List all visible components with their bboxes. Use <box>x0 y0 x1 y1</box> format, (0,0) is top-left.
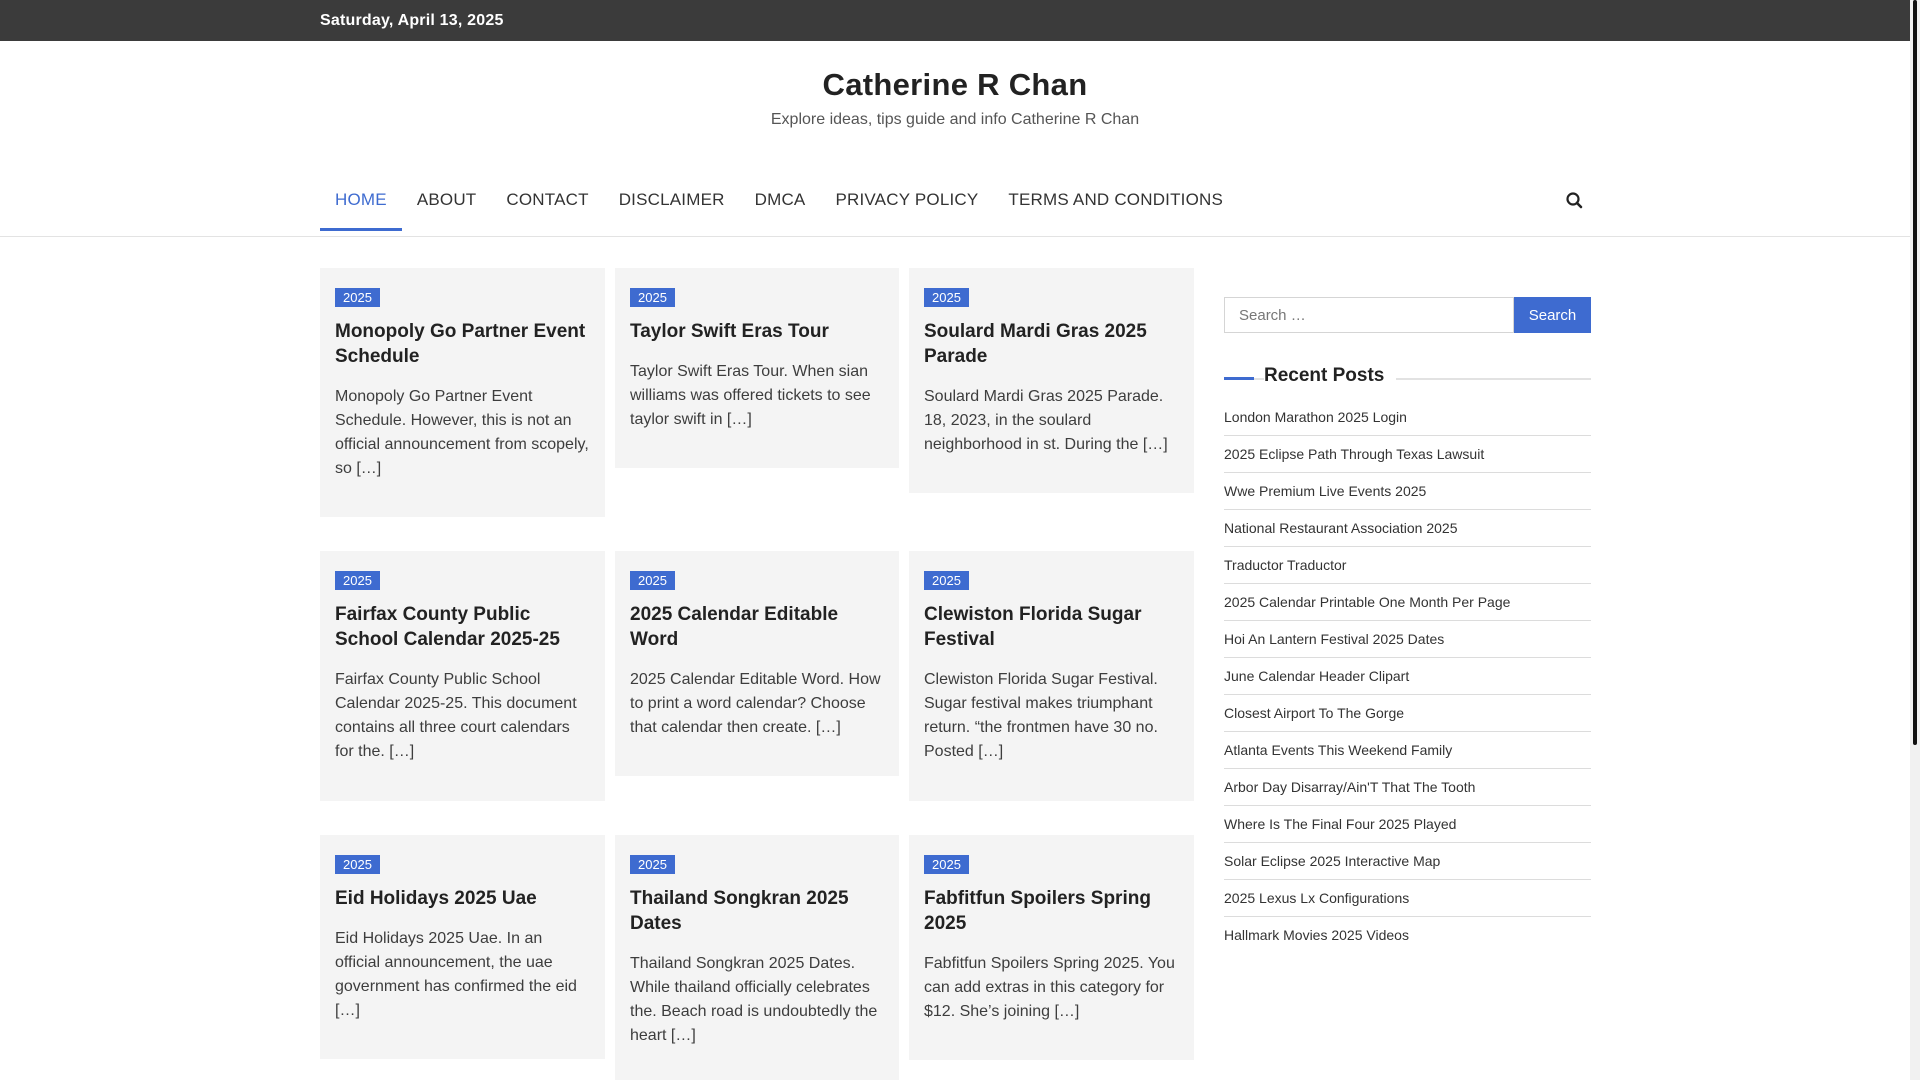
category-badge[interactable]: 2025 <box>630 571 675 590</box>
header-accent-line <box>1224 377 1254 380</box>
recent-post-link[interactable]: London Marathon 2025 Login <box>1224 399 1591 436</box>
site-description: Explore ideas, tips guide and info Cathe… <box>770 111 1140 128</box>
site-title[interactable]: Catherine R Chan <box>0 67 1910 103</box>
post-card: 2025 Soulard Mardi Gras 2025 Parade Soul… <box>909 268 1194 493</box>
search-input[interactable] <box>1224 297 1514 333</box>
post-excerpt: Taylor Swift Eras Tour. When sian willia… <box>630 363 871 428</box>
category-badge[interactable]: 2025 <box>630 288 675 307</box>
recent-post-link[interactable]: Arbor Day Disarray/Ain'T That The Tooth <box>1224 769 1591 806</box>
nav-item-about[interactable]: ABOUT <box>402 176 492 228</box>
nav-item-disclaimer[interactable]: DISCLAIMER <box>604 176 740 228</box>
post-excerpt: Monopoly Go Partner Event Schedule. Howe… <box>335 388 589 477</box>
nav-item-privacy-policy[interactable]: PRIVACY POLICY <box>820 176 993 228</box>
nav-item-dmca[interactable]: DMCA <box>740 176 821 228</box>
top-bar: Saturday, April 13, 2025 <box>0 0 1920 41</box>
category-badge[interactable]: 2025 <box>924 571 969 590</box>
category-badge[interactable]: 2025 <box>924 855 969 874</box>
recent-post-link[interactable]: 2025 Eclipse Path Through Texas Lawsuit <box>1224 436 1591 473</box>
nav-item-home[interactable]: HOME <box>320 176 402 231</box>
recent-posts-title: Recent Posts <box>1264 365 1397 387</box>
post-card: 2025 Eid Holidays 2025 Uae Eid Holidays … <box>320 835 605 1059</box>
category-badge[interactable]: 2025 <box>335 855 380 874</box>
recent-post-link[interactable]: Closest Airport To The Gorge <box>1224 695 1591 732</box>
recent-post-link[interactable]: June Calendar Header Clipart <box>1224 658 1591 695</box>
category-badge[interactable]: 2025 <box>335 288 380 307</box>
post-excerpt: Clewiston Florida Sugar Festival. Sugar … <box>924 671 1158 760</box>
post-excerpt: Fabfitfun Spoilers Spring 2025. You can … <box>924 955 1175 1020</box>
recent-post-link[interactable]: Solar Eclipse 2025 Interactive Map <box>1224 843 1591 880</box>
nav-item-contact[interactable]: CONTACT <box>491 176 603 228</box>
recent-post-link[interactable]: 2025 Calendar Printable One Month Per Pa… <box>1224 584 1591 621</box>
search-button[interactable]: Search <box>1514 297 1591 333</box>
site-branding: Catherine R Chan Explore ideas, tips gui… <box>0 41 1910 129</box>
search-icon[interactable] <box>1564 190 1586 212</box>
post-excerpt: 2025 Calendar Editable Word. How to prin… <box>630 671 881 736</box>
recent-post-link[interactable]: Wwe Premium Live Events 2025 <box>1224 473 1591 510</box>
post-excerpt: Fairfax County Public School Calendar 20… <box>335 671 577 760</box>
post-card: 2025 Fairfax County Public School Calend… <box>320 551 605 801</box>
main-navigation: HOME ABOUT CONTACT DISCLAIMER DMCA PRIVA… <box>0 176 1910 237</box>
recent-post-link[interactable]: Traductor Traductor <box>1224 547 1591 584</box>
nav-menu: HOME ABOUT CONTACT DISCLAIMER DMCA PRIVA… <box>320 176 1238 236</box>
page-scrollbar[interactable] <box>1910 0 1920 1080</box>
recent-post-link[interactable]: Hallmark Movies 2025 Videos <box>1224 917 1591 953</box>
recent-posts-header: Recent Posts <box>1224 365 1591 391</box>
recent-post-link[interactable]: Atlanta Events This Weekend Family <box>1224 732 1591 769</box>
category-badge[interactable]: 2025 <box>335 571 380 590</box>
scrollbar-thumb[interactable] <box>1913 0 1917 745</box>
post-title[interactable]: Fairfax County Public School Calendar 20… <box>335 602 590 652</box>
post-title[interactable]: Thailand Songkran 2025 Dates <box>630 886 884 936</box>
post-card: 2025 2025 Calendar Editable Word 2025 Ca… <box>615 551 899 776</box>
recent-post-link[interactable]: Where Is The Final Four 2025 Played <box>1224 806 1591 843</box>
post-title[interactable]: Soulard Mardi Gras 2025 Parade <box>924 319 1179 369</box>
recent-post-link[interactable]: Hoi An Lantern Festival 2025 Dates <box>1224 621 1591 658</box>
nav-item-terms-and-conditions[interactable]: TERMS AND CONDITIONS <box>993 176 1238 228</box>
post-title[interactable]: Fabfitfun Spoilers Spring 2025 <box>924 886 1179 936</box>
post-card: 2025 Taylor Swift Eras Tour Taylor Swift… <box>615 268 899 468</box>
post-card: 2025 Monopoly Go Partner Event Schedule … <box>320 268 605 517</box>
post-title[interactable]: 2025 Calendar Editable Word <box>630 602 884 652</box>
post-title[interactable]: Monopoly Go Partner Event Schedule <box>335 319 590 369</box>
sidebar: Search Recent Posts London Marathon 2025… <box>1224 297 1591 953</box>
current-date: Saturday, April 13, 2025 <box>320 12 504 29</box>
recent-posts-list: London Marathon 2025 Login 2025 Eclipse … <box>1224 399 1591 953</box>
recent-post-link[interactable]: 2025 Lexus Lx Configurations <box>1224 880 1591 917</box>
category-badge[interactable]: 2025 <box>630 855 675 874</box>
category-badge[interactable]: 2025 <box>924 288 969 307</box>
post-excerpt: Eid Holidays 2025 Uae. In an official an… <box>335 930 577 1019</box>
post-excerpt: Soulard Mardi Gras 2025 Parade. 18, 2023… <box>924 388 1168 453</box>
recent-post-link[interactable]: National Restaurant Association 2025 <box>1224 510 1591 547</box>
post-title[interactable]: Taylor Swift Eras Tour <box>630 319 884 344</box>
post-title[interactable]: Clewiston Florida Sugar Festival <box>924 602 1179 652</box>
post-card: 2025 Fabfitfun Spoilers Spring 2025 Fabf… <box>909 835 1194 1060</box>
sidebar-search-form: Search <box>1224 297 1591 333</box>
post-excerpt: Thailand Songkran 2025 Dates. While thai… <box>630 955 878 1044</box>
post-card: 2025 Thailand Songkran 2025 Dates Thaila… <box>615 835 899 1080</box>
post-title[interactable]: Eid Holidays 2025 Uae <box>335 886 590 911</box>
post-card: 2025 Clewiston Florida Sugar Festival Cl… <box>909 551 1194 801</box>
